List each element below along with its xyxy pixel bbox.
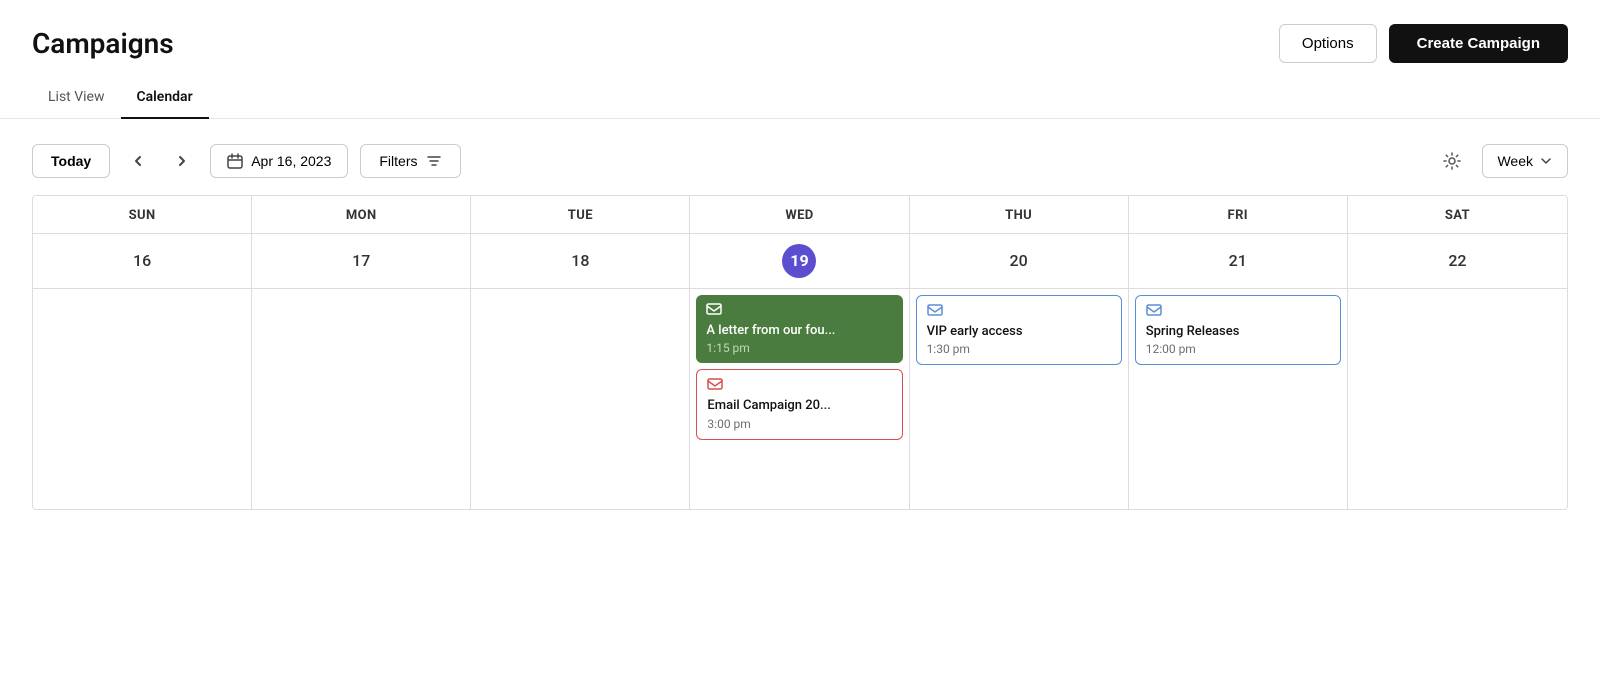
mail-icon-red: [707, 378, 891, 394]
day-header-fri: FRI: [1129, 196, 1348, 233]
calendar-events-row: A letter from our fou... 1:15 pm Email C…: [33, 289, 1567, 509]
event-card-email-campaign[interactable]: Email Campaign 20... 3:00 pm: [696, 369, 902, 440]
date-cell-19[interactable]: 19: [690, 234, 909, 288]
event-card-letter[interactable]: A letter from our fou... 1:15 pm: [696, 295, 902, 364]
event-time-spring: 12:00 pm: [1146, 342, 1330, 356]
events-cell-mon: [252, 289, 471, 509]
create-campaign-button[interactable]: Create Campaign: [1389, 24, 1568, 63]
week-label: Week: [1497, 153, 1533, 169]
calendar-header-row: SUN MON TUE WED THU FRI SAT: [33, 196, 1567, 234]
date-cell-20[interactable]: 20: [910, 234, 1129, 288]
page-header: Campaigns Options Create Campaign: [0, 0, 1600, 79]
events-cell-sun: [33, 289, 252, 509]
event-title-campaign: Email Campaign 20...: [707, 398, 891, 415]
events-cell-sat: [1348, 289, 1567, 509]
next-arrow-button[interactable]: [166, 145, 198, 177]
event-time-vip: 1:30 pm: [927, 342, 1111, 356]
week-select-button[interactable]: Week: [1482, 144, 1568, 178]
event-title-vip: VIP early access: [927, 324, 1111, 341]
date-number-19: 19: [782, 244, 816, 278]
filter-icon: [426, 153, 442, 169]
date-cell-16[interactable]: 16: [33, 234, 252, 288]
date-cell-17[interactable]: 17: [252, 234, 471, 288]
events-cell-wed: A letter from our fou... 1:15 pm Email C…: [690, 289, 909, 509]
calendar-date-row: 16 17 18 19 20 21 22: [33, 234, 1567, 289]
date-number-18: 18: [563, 244, 597, 278]
event-card-vip[interactable]: VIP early access 1:30 pm: [916, 295, 1122, 366]
prev-arrow-button[interactable]: [122, 145, 154, 177]
date-picker-button[interactable]: Apr 16, 2023: [210, 144, 348, 178]
event-card-spring[interactable]: Spring Releases 12:00 pm: [1135, 295, 1341, 366]
day-header-mon: MON: [252, 196, 471, 233]
tab-calendar[interactable]: Calendar: [121, 79, 209, 119]
calendar-grid: SUN MON TUE WED THU FRI SAT 16 17 18 19 …: [32, 195, 1568, 510]
filters-label: Filters: [379, 153, 417, 169]
mail-icon-blue-vip: [927, 304, 1111, 320]
date-number-17: 17: [344, 244, 378, 278]
events-cell-thu: VIP early access 1:30 pm: [910, 289, 1129, 509]
date-cell-21[interactable]: 21: [1129, 234, 1348, 288]
day-header-thu: THU: [910, 196, 1129, 233]
date-number-22: 22: [1440, 244, 1474, 278]
date-number-20: 20: [1002, 244, 1036, 278]
events-cell-fri: Spring Releases 12:00 pm: [1129, 289, 1348, 509]
gear-icon: [1442, 151, 1462, 171]
date-label: Apr 16, 2023: [251, 153, 331, 169]
date-number-16: 16: [125, 244, 159, 278]
event-title-letter: A letter from our fou...: [706, 323, 892, 340]
day-header-tue: TUE: [471, 196, 690, 233]
mail-icon: [706, 303, 892, 319]
event-time-letter: 1:15 pm: [706, 341, 892, 355]
calendar-container: SUN MON TUE WED THU FRI SAT 16 17 18 19 …: [0, 195, 1600, 510]
event-time-campaign: 3:00 pm: [707, 417, 891, 431]
calendar-toolbar: Today Apr 16, 2023 Filters Week: [0, 119, 1600, 195]
date-number-21: 21: [1221, 244, 1255, 278]
day-header-sat: SAT: [1348, 196, 1567, 233]
page-title: Campaigns: [32, 27, 174, 60]
events-cell-tue: [471, 289, 690, 509]
mail-icon-blue-spring: [1146, 304, 1330, 320]
day-header-sun: SUN: [33, 196, 252, 233]
options-button[interactable]: Options: [1279, 24, 1377, 63]
tab-bar: List View Calendar: [0, 79, 1600, 119]
calendar-icon: [227, 153, 243, 169]
filters-button[interactable]: Filters: [360, 144, 460, 178]
chevron-down-icon: [1539, 154, 1553, 168]
date-cell-22[interactable]: 22: [1348, 234, 1567, 288]
today-button[interactable]: Today: [32, 144, 110, 178]
event-title-spring: Spring Releases: [1146, 324, 1330, 341]
tab-list-view[interactable]: List View: [32, 79, 121, 119]
chevron-right-icon: [174, 153, 190, 169]
day-header-wed: WED: [690, 196, 909, 233]
header-actions: Options Create Campaign: [1279, 24, 1568, 63]
date-cell-18[interactable]: 18: [471, 234, 690, 288]
chevron-left-icon: [130, 153, 146, 169]
settings-button[interactable]: [1434, 143, 1470, 179]
